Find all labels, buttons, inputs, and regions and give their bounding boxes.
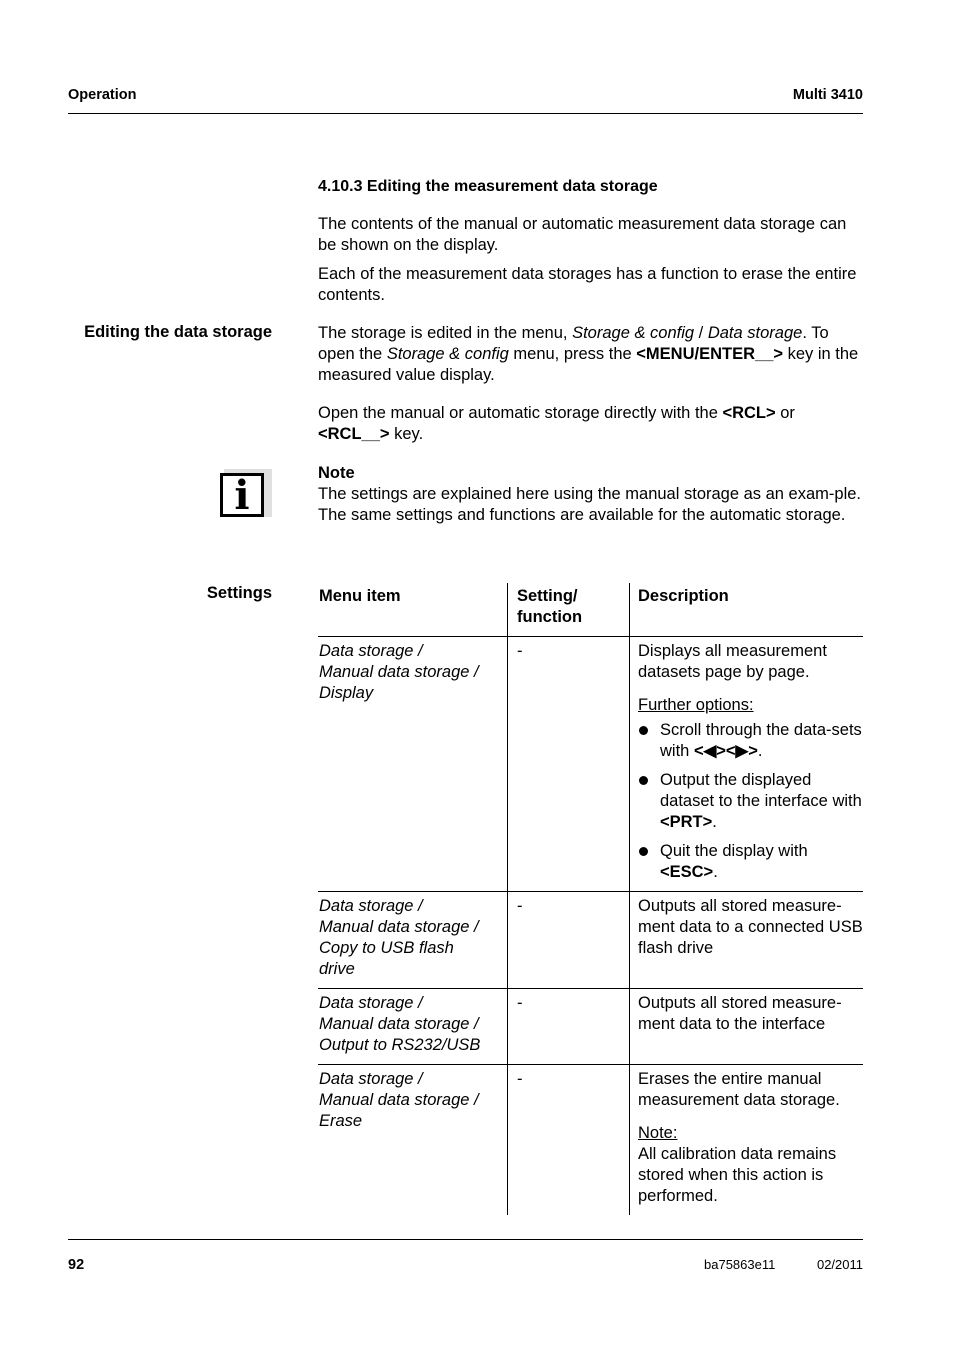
- key-prt: <PRT>: [660, 813, 713, 831]
- section-heading: 4.10.3 Editing the measurement data stor…: [318, 178, 658, 195]
- key-rcl: <RCL>: [722, 404, 776, 422]
- option-item: Output the displayed dataset to the inte…: [638, 770, 863, 833]
- menu-item-cell: Data storage / Manual data storage / Out…: [318, 988, 508, 1065]
- info-icon: i: [220, 469, 272, 521]
- menu-line: Output to RS232/USB: [319, 1036, 481, 1054]
- header-section-title: Operation: [68, 87, 137, 103]
- footer-rule: [68, 1239, 863, 1240]
- intro-paragraph-1: The contents of the manual or automatic …: [318, 215, 847, 254]
- page-number: 92: [68, 1257, 85, 1273]
- settings-side-label: Settings: [206, 584, 272, 602]
- description-text: Erases the entire manual measurement dat…: [638, 1070, 840, 1109]
- key-esc: <ESC>: [660, 863, 714, 881]
- menu-line: Data storage /: [319, 1070, 423, 1088]
- further-options-label: Further options:: [638, 696, 754, 714]
- table-row: Data storage / Manual data storage / Out…: [318, 988, 863, 1065]
- note-label: Note:: [638, 1124, 678, 1142]
- info-glyph: i: [234, 472, 250, 519]
- key-rcl-long: <RCL__>: [318, 425, 390, 443]
- description-cell: Displays all measurement datasets page b…: [629, 636, 863, 892]
- key-arrows: <◀><▶>: [693, 742, 758, 760]
- note-text: All calibration data remains stored when…: [638, 1145, 837, 1205]
- menu-item-cell: Data storage / Manual data storage / Era…: [318, 1064, 508, 1215]
- menu-line: Manual data storage /: [319, 918, 479, 936]
- description-cell: Outputs all stored measure-ment data to …: [629, 891, 863, 989]
- menu-line: Data storage /: [319, 897, 423, 915]
- text: key.: [389, 425, 424, 443]
- settings-table: Menu item Setting/ function Description …: [318, 583, 863, 1215]
- setting-cell: -: [507, 891, 630, 989]
- menu-line: Data storage /: [319, 642, 423, 660]
- header-product-name: Multi 3410: [792, 87, 863, 103]
- column-header-setting: Setting/ function: [507, 583, 630, 637]
- document-date: 02/2011: [816, 1257, 863, 1272]
- menu-line: Data storage /: [319, 994, 423, 1012]
- bullet-icon: [639, 847, 648, 856]
- option-item: Quit the display with <ESC>.: [638, 841, 863, 883]
- column-header-description: Description: [629, 583, 863, 637]
- option-item: Scroll through the data-sets with <◀><▶>…: [638, 720, 863, 762]
- menu-line: drive: [319, 960, 355, 978]
- setting-cell: -: [507, 636, 630, 892]
- description-cell: Erases the entire manual measurement dat…: [629, 1064, 863, 1215]
- bullet-icon: [639, 726, 648, 735]
- text: .: [757, 742, 763, 760]
- bullet-icon: [639, 776, 648, 785]
- note-text: The settings are explained here using th…: [318, 485, 861, 524]
- editing-side-label: Editing the data storage: [84, 323, 272, 341]
- text: Open the manual or automatic storage dir…: [318, 404, 723, 422]
- table-row: Data storage / Manual data storage / Cop…: [318, 891, 863, 989]
- document-id: ba75863e11: [704, 1257, 776, 1272]
- menu-line: Copy to USB flash: [319, 939, 454, 957]
- text: The storage is edited in the menu,: [318, 324, 573, 342]
- text: .: [712, 813, 717, 831]
- menu-line: Display: [319, 684, 374, 702]
- editing-paragraph-1: The storage is edited in the menu, Stora…: [318, 323, 863, 386]
- text: Setting/ function: [517, 587, 583, 626]
- menu-name: Storage & config: [386, 345, 509, 363]
- note-title: Note: [318, 464, 355, 482]
- menu-line: Erase: [319, 1112, 363, 1130]
- key-menu-enter: <MENU/ENTER__>: [636, 345, 784, 363]
- options-list: Scroll through the data-sets with <◀><▶>…: [638, 720, 863, 883]
- info-icon-box: i: [220, 473, 264, 517]
- text: .: [713, 863, 718, 881]
- setting-cell: -: [507, 988, 630, 1065]
- column-header-menu-item: Menu item: [319, 587, 401, 605]
- text: menu, press the: [508, 345, 637, 363]
- menu-path-storage-config: Storage & config: [572, 324, 695, 342]
- menu-line: Manual data storage /: [319, 1091, 479, 1109]
- description-cell: Outputs all stored measure-ment data to …: [629, 988, 863, 1065]
- menu-line: Manual data storage /: [319, 663, 479, 681]
- table-header-row: Menu item Setting/ function Description: [318, 583, 863, 637]
- editing-paragraph-2: Open the manual or automatic storage dir…: [318, 403, 863, 445]
- menu-path-data-storage: Data storage: [707, 324, 803, 342]
- text: or: [775, 404, 795, 422]
- text: Output the displayed dataset to the inte…: [660, 771, 862, 810]
- menu-line: Manual data storage /: [319, 1015, 479, 1033]
- text: /: [694, 324, 708, 342]
- menu-item-cell: Data storage / Manual data storage / Dis…: [318, 636, 508, 892]
- setting-cell: -: [507, 1064, 630, 1215]
- table-row: Data storage / Manual data storage / Dis…: [318, 636, 863, 892]
- table-row: Data storage / Manual data storage / Era…: [318, 1064, 863, 1215]
- header-rule: [68, 113, 863, 114]
- menu-item-cell: Data storage / Manual data storage / Cop…: [318, 891, 508, 989]
- description-text: Displays all measurement datasets page b…: [638, 642, 827, 681]
- intro-paragraph-2: Each of the measurement data storages ha…: [318, 265, 857, 304]
- text: Quit the display with: [660, 842, 808, 860]
